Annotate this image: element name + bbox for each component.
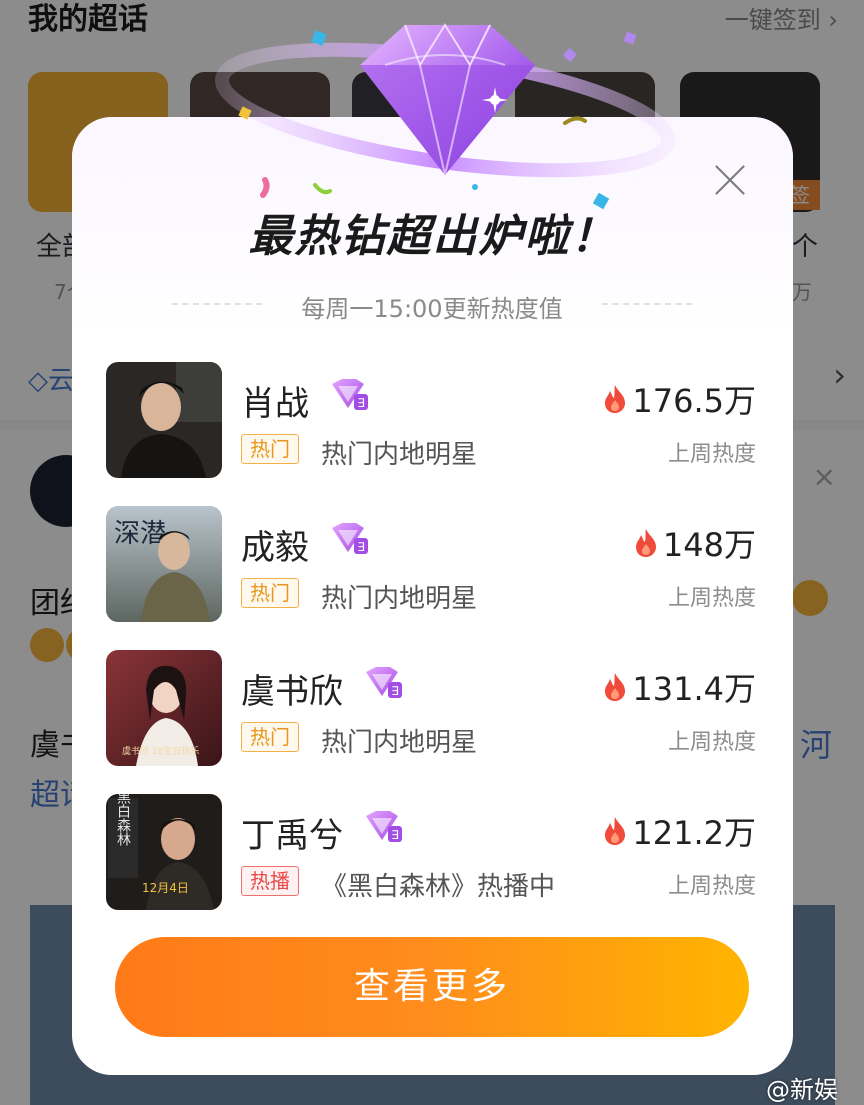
- topic-description: 热门内地明星: [321, 584, 478, 614]
- hottest-diamond-topics-modal: 最热钻超出炉啦！ 每周一15:00更新热度值 肖战 ∃ 热门 热门内地明星 17…: [72, 117, 793, 1075]
- list-item[interactable]: 虞书欣 18生日快乐 虞书欣 ∃ 热门 热门内地明星 131.4万 上周热度: [106, 650, 756, 766]
- heat-value: 121.2万: [604, 811, 756, 852]
- flame-icon: [635, 529, 656, 557]
- hot-tag: 热门: [241, 578, 299, 608]
- list-item[interactable]: 深潜 成毅 ∃ 热门 热门内地明星 148万 上周热度: [106, 506, 756, 622]
- thumbnail-caption-text: 虞书欣 18生日快乐: [122, 745, 199, 757]
- heat-value: 131.4万: [604, 667, 756, 708]
- close-icon[interactable]: [710, 160, 750, 200]
- hot-tag: 热门: [241, 434, 299, 464]
- diamond-badge-icon: ∃: [332, 523, 368, 554]
- list-item[interactable]: 肖战 ∃ 热门 热门内地明星 176.5万 上周热度: [106, 362, 756, 478]
- update-schedule-text: 每周一15:00更新热度值: [301, 295, 563, 323]
- heat-number: 131.4万: [632, 670, 756, 708]
- topic-description: 热门内地明星: [321, 728, 478, 758]
- diamond-badge-icon: ∃: [332, 379, 368, 410]
- flame-icon: [605, 385, 626, 413]
- weibo-watermark: @新娱: [766, 1076, 838, 1104]
- heat-number: 121.2万: [632, 814, 756, 852]
- flame-icon: [605, 817, 626, 845]
- heat-number: 148万: [662, 526, 756, 564]
- diamond-badge-icon: ∃: [366, 811, 402, 842]
- heat-label: 上周热度: [667, 442, 756, 467]
- now-playing-tag: 热播: [241, 866, 299, 896]
- heat-value: 176.5万: [604, 379, 756, 420]
- topic-thumbnail: 黑白森林 12月4日: [106, 794, 222, 910]
- svg-text:∃: ∃: [357, 396, 365, 410]
- topic-name: 成毅: [241, 528, 309, 568]
- topic-description: 《黑白森林》热播中: [321, 872, 556, 902]
- list-item[interactable]: 黑白森林 12月4日 丁禹兮 ∃ 热播 《黑白森林》热播中 121.2万 上周热…: [106, 794, 756, 910]
- topic-name: 虞书欣: [241, 672, 343, 712]
- view-more-button[interactable]: 查看更多: [115, 937, 749, 1037]
- thumbnail-title-text: 黑白森林: [115, 794, 131, 846]
- flame-icon: [605, 673, 626, 701]
- heat-value: 148万: [635, 523, 756, 564]
- topic-thumbnail: 深潜: [106, 506, 222, 622]
- heat-label: 上周热度: [667, 586, 756, 611]
- diamond-badge-icon: ∃: [366, 667, 402, 698]
- topic-thumbnail: 虞书欣 18生日快乐: [106, 650, 222, 766]
- topic-description: 热门内地明星: [321, 440, 478, 470]
- svg-text:∃: ∃: [391, 684, 399, 698]
- diamond-gem-icon: [215, 23, 675, 210]
- subtitle-row: 每周一15:00更新热度值: [172, 289, 692, 323]
- heat-label: 上周热度: [667, 730, 756, 755]
- hot-tag: 热门: [241, 722, 299, 752]
- svg-text:∃: ∃: [391, 828, 399, 842]
- heat-number: 176.5万: [632, 382, 756, 420]
- topic-name: 肖战: [241, 384, 309, 424]
- thumbnail-title-text: 深潜: [114, 519, 166, 549]
- thumbnail-date-text: 12月4日: [142, 881, 189, 895]
- topic-thumbnail: [106, 362, 222, 478]
- topic-name: 丁禹兮: [241, 816, 343, 856]
- svg-text:∃: ∃: [357, 540, 365, 554]
- heat-label: 上周热度: [667, 874, 756, 899]
